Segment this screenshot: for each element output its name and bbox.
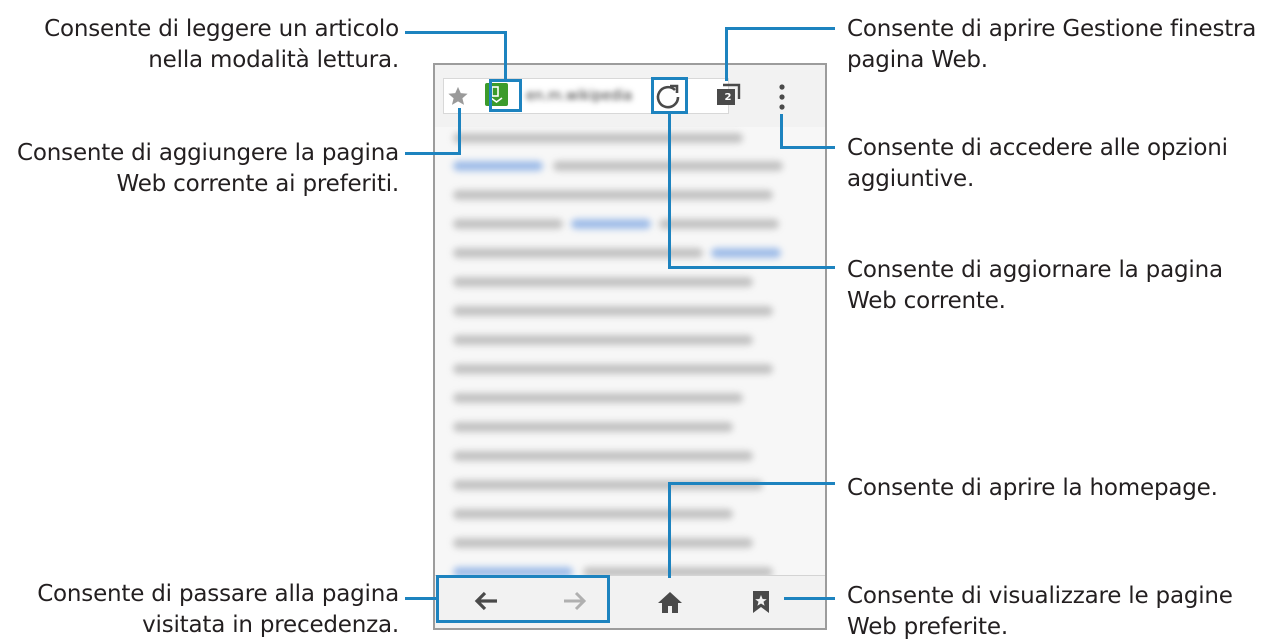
page-content-blurred [453,127,793,577]
blurred-line [453,190,773,200]
leader-tabs-vertical [725,27,728,81]
leader-home-horizontal [668,482,835,485]
blurred-line [453,133,743,143]
callout-window-manager-line-2: pagina Web. [847,47,988,73]
leader-star-vertical [458,108,461,155]
leader-menu-horizontal [780,146,835,149]
blurred-line [453,393,743,403]
callout-home-line-1: Consente di aprire la homepage. [847,475,1218,501]
leader-menu-vertical [780,114,783,149]
blurred-line [453,509,733,519]
blurred-link [453,161,543,171]
callout-back: Consente di passare alla pagina visitata… [37,579,399,641]
callout-reader-line-1: Consente di leggere un articolo [44,16,399,42]
blurred-link [711,248,781,258]
blurred-line [453,306,773,316]
callout-home: Consente di aprire la homepage. [847,473,1218,504]
blurred-line [453,538,753,548]
callout-more-options-line-2: aggiuntive. [847,166,975,192]
callout-bookmarks-line-1: Consente di visualizzare le pagine [847,583,1233,609]
callout-refresh-line-2: Web corrente. [847,288,1006,314]
leader-home-vertical [668,482,671,578]
callout-refresh-line-1: Consente di aggiornare la pagina [847,257,1223,283]
leader-refresh-vertical [668,113,671,269]
callout-reader-mode: Consente di leggere un articolo nella mo… [44,14,399,76]
leader-reader-vertical [504,31,507,79]
leader-refresh-horizontal [668,266,835,269]
blurred-line [659,219,779,229]
window-manager-icon[interactable]: 2 [715,83,741,107]
callout-bookmarks: Consente di visualizzare le pagine Web p… [847,581,1233,643]
leader-tabs-horizontal [725,27,835,30]
star-icon[interactable] [447,85,469,107]
callout-add-bookmark-line-1: Consente di aggiungere la pagina [17,140,399,166]
blurred-link [571,219,651,229]
leader-star-horizontal [405,152,461,155]
bookmarks-icon[interactable] [751,590,771,614]
blurred-line [453,219,563,229]
tabs-count: 2 [724,92,732,103]
browser-screen: en.m.wikipedia 2 [433,63,827,630]
blurred-line [453,422,733,432]
blurred-line [453,335,753,345]
leader-reader-horizontal [405,31,507,34]
blurred-line [453,277,753,287]
highlight-refresh [651,77,688,114]
blurred-line [453,364,773,374]
more-options-icon[interactable] [778,83,786,111]
blurred-line [453,451,753,461]
home-icon[interactable] [656,590,684,614]
leader-back-horizontal [405,597,437,600]
highlight-back-forward [436,575,610,623]
callout-window-manager: Consente di aprire Gestione finestra pag… [847,14,1256,76]
callout-add-bookmark-line-2: Web corrente ai preferiti. [116,171,400,197]
leader-bookmarks-horizontal [784,597,835,600]
url-text: en.m.wikipedia [526,88,633,104]
callout-back-line-2: visitata in precedenza. [142,612,399,638]
highlight-reader-mode [489,79,522,112]
callout-back-line-1: Consente di passare alla pagina [37,581,399,607]
blurred-line [453,248,703,258]
callout-bookmarks-line-2: Web preferite. [847,614,1008,640]
callout-reader-line-2: nella modalità lettura. [148,47,399,73]
callout-window-manager-line-1: Consente di aprire Gestione finestra [847,16,1257,42]
callout-add-bookmark: Consente di aggiungere la pagina Web cor… [17,138,399,200]
callout-more-options: Consente di accedere alle opzioni aggiun… [847,133,1228,195]
callout-more-options-line-1: Consente di accedere alle opzioni [847,135,1228,161]
callout-refresh: Consente di aggiornare la pagina Web cor… [847,255,1223,317]
